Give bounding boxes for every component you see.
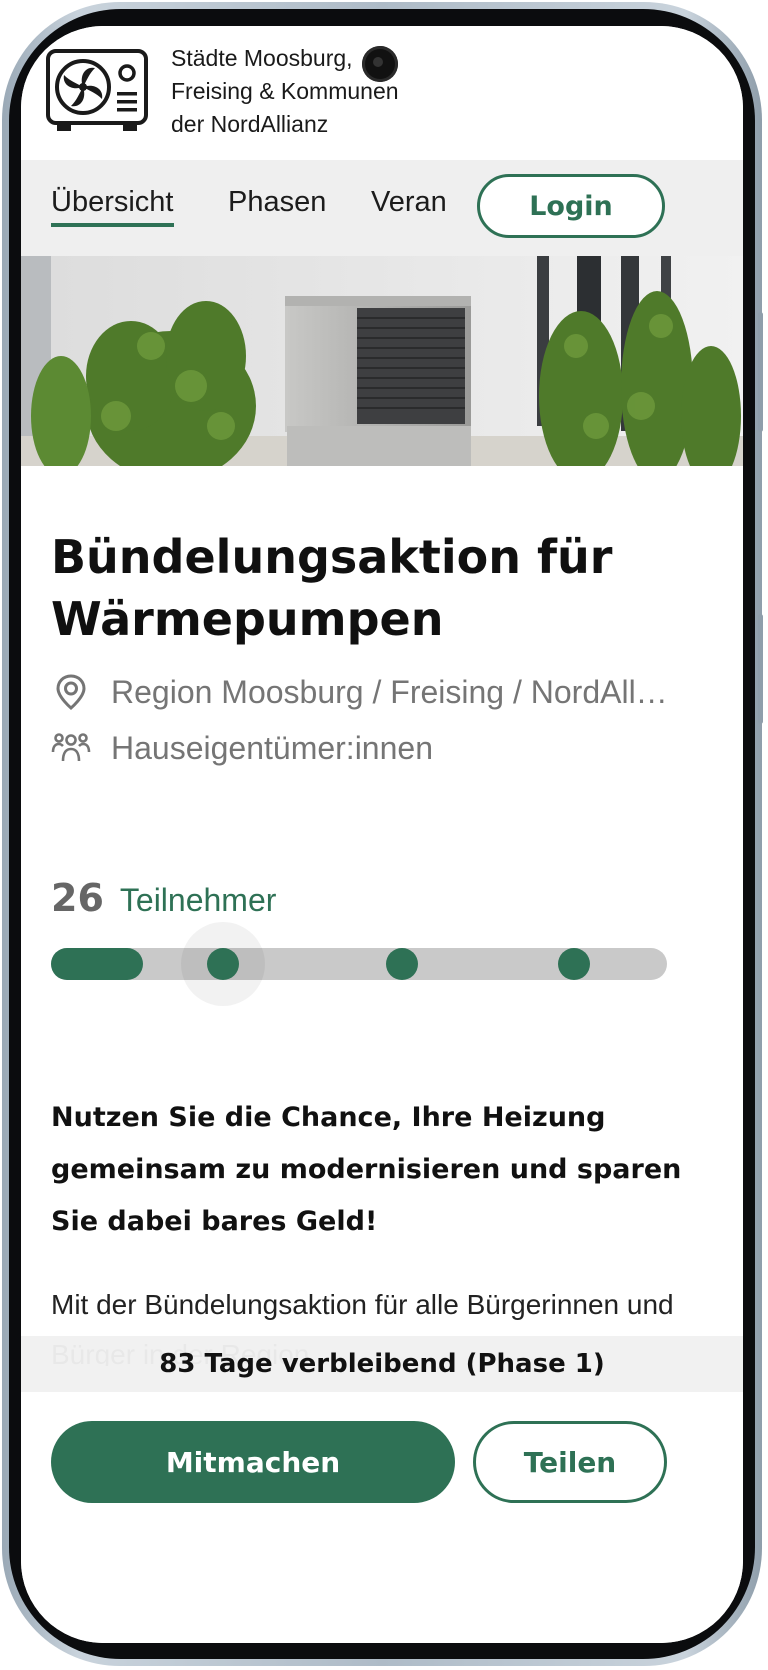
participants-counter: 26 Teilnehmer [51, 876, 276, 920]
app-screen: Städte Moosburg, Freising & Kommunen der… [21, 26, 743, 1643]
participants-progress-bar [51, 922, 667, 1006]
hero-image [21, 256, 743, 466]
progress-fill [51, 948, 143, 980]
location-text: Region Moosburg / Freising / NordAllianz [111, 673, 671, 710]
device-side-button [758, 614, 763, 724]
tab-events[interactable]: Veran [371, 186, 455, 219]
days-remaining-banner: 83 Tage verbleibend (Phase 1) [21, 1336, 743, 1392]
map-pin-icon [56, 674, 86, 710]
people-group-icon [51, 733, 91, 762]
join-button[interactable]: Mitmachen [51, 1421, 455, 1503]
audience-row: Hauseigentümer:innen [51, 726, 433, 770]
milestone-marker-1[interactable] [207, 948, 239, 980]
audience-text: Hauseigentümer:innen [111, 729, 433, 766]
top-nav: Übersicht Phasen Veran Login [21, 160, 743, 256]
front-camera [362, 46, 398, 82]
action-footer: Mitmachen Teilen [21, 1392, 743, 1643]
login-button[interactable]: Login [477, 174, 665, 238]
heat-pump-logo-icon[interactable] [45, 48, 149, 136]
participants-label: Teilnehmer [119, 882, 277, 918]
page-title: Bündelungsaktion für Wärmepumpen [51, 530, 613, 646]
milestone-marker-2[interactable] [386, 948, 418, 980]
org-name: Städte Moosburg, Freising & Kommunen der… [171, 45, 399, 137]
tab-phases[interactable]: Phasen [228, 186, 326, 219]
share-button[interactable]: Teilen [473, 1421, 667, 1503]
location-row: Region Moosburg / Freising / NordAllianz [51, 670, 671, 714]
participants-count: 26 [51, 876, 104, 920]
milestone-marker-3[interactable] [558, 948, 590, 980]
device-side-button [758, 312, 763, 432]
lead-text: Nutzen Sie die Chance, Ihre Heizung geme… [51, 1102, 682, 1237]
tab-overview[interactable]: Übersicht [51, 186, 174, 227]
